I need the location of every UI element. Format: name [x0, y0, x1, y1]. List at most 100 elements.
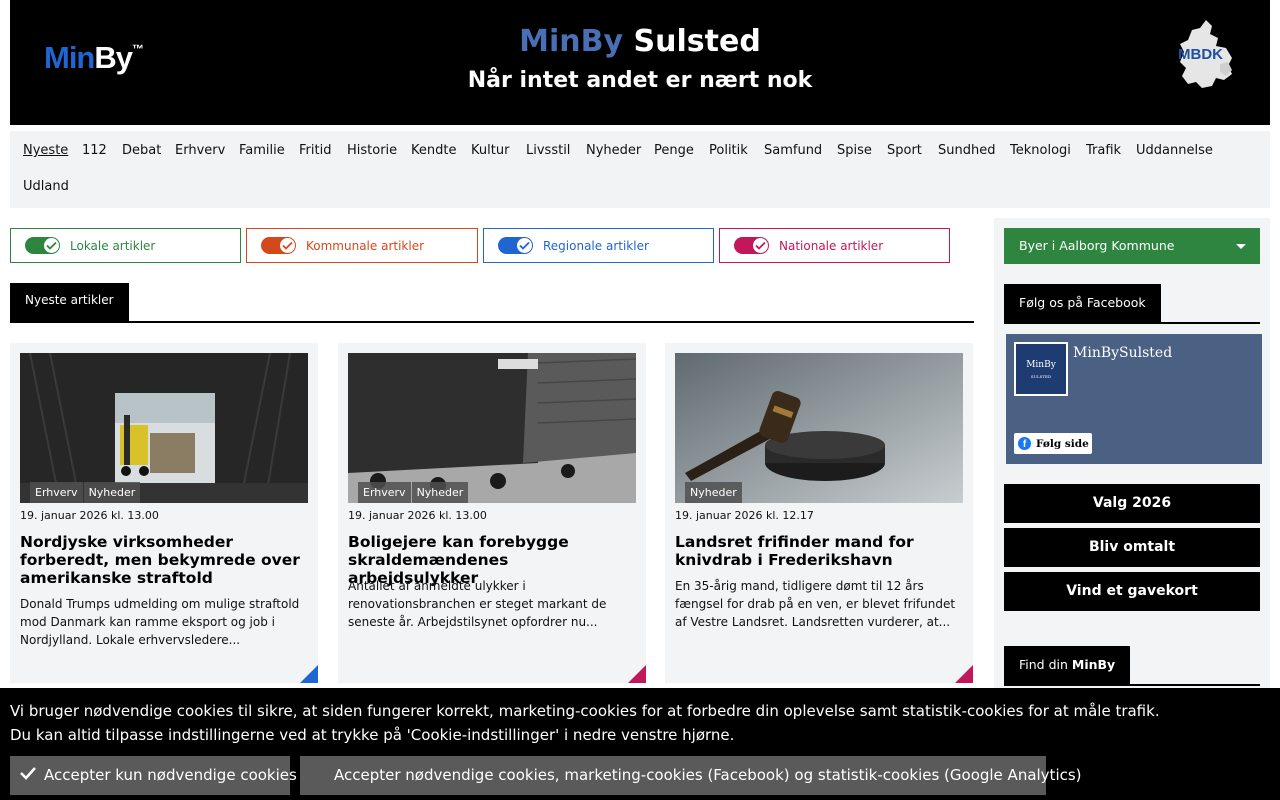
nav-item-sundhed[interactable]: Sundhed — [938, 143, 995, 159]
site-title: MinBy Sulsted — [10, 24, 1270, 60]
mbdk-label: MBDK — [1178, 46, 1223, 63]
nav-item-kultur[interactable]: Kultur — [471, 143, 509, 159]
nav-item-penge[interactable]: Penge — [654, 143, 694, 159]
filter-label: Lokale artikler — [70, 238, 156, 253]
facebook-page-name[interactable]: MinBySulsted — [1073, 345, 1172, 361]
filter-toggle-nationale[interactable]: Nationale artikler — [719, 228, 950, 263]
find-minby-tab[interactable]: Find din MinBy — [1004, 646, 1131, 684]
site-tagline: Når intet andet er nært nok — [467, 68, 813, 93]
filter-label: Regionale artikler — [543, 238, 649, 253]
mbdk-logo[interactable]: MBDK — [1176, 18, 1236, 92]
article-card[interactable]: Erhverv Nyheder 19. januar 2026 kl. 13.0… — [338, 343, 646, 683]
nav-item-spise[interactable]: Spise — [837, 143, 872, 159]
follow-label: Følg side — [1036, 437, 1089, 450]
nav-item-erhverv[interactable]: Erhverv — [175, 143, 225, 159]
facebook-icon: f — [1018, 437, 1031, 450]
city-select-dropdown[interactable]: Byer i Aalborg Kommune — [1004, 228, 1260, 264]
article-tag[interactable]: Erhverv — [30, 482, 83, 503]
toggle-switch[interactable] — [734, 237, 769, 254]
region-corner-marker — [628, 665, 646, 683]
nav-item-livsstil[interactable]: Livsstil — [526, 143, 570, 159]
section-tab-newest[interactable]: Nyeste artikler — [10, 283, 129, 322]
city-select-label: Byer i Aalborg Kommune — [1019, 238, 1175, 253]
cookie-text: Vi bruger nødvendige cookies til sikre, … — [10, 699, 1160, 747]
toggle-switch[interactable] — [261, 237, 296, 254]
facebook-page-widget[interactable]: MinBy SULSTED MinBySulsted f Følg side — [1006, 334, 1262, 464]
nav-item-udland[interactable]: Udland — [23, 179, 69, 195]
accept-all-cookies-button[interactable]: Accepter nødvendige cookies, marketing-c… — [300, 756, 1082, 795]
toggle-switch[interactable] — [498, 237, 533, 254]
vind-gavekort-button[interactable]: Vind et gavekort — [1004, 572, 1260, 611]
sidebar-divider — [1004, 684, 1260, 686]
article-date: 19. januar 2026 kl. 13.00 — [348, 509, 487, 522]
nav-item-112[interactable]: 112 — [82, 143, 107, 159]
check-icon — [753, 238, 768, 253]
site-title-city: Sulsted — [633, 24, 761, 59]
bliv-omtalt-button[interactable]: Bliv omtalt — [1004, 528, 1260, 567]
nav-item-nyeste[interactable]: Nyeste — [23, 143, 68, 159]
denmark-map-icon: MBDK — [1178, 20, 1232, 88]
nav-item-familie[interactable]: Familie — [239, 143, 285, 159]
accept-necessary-cookies-button[interactable]: Accepter kun nødvendige cookies — [10, 756, 297, 795]
site-title-brand: MinBy — [519, 24, 624, 59]
article-title[interactable]: Nordjyske virksomheder forberedt, men be… — [20, 533, 310, 587]
nav-item-teknologi[interactable]: Teknologi — [1010, 143, 1071, 159]
sidebar-divider — [1004, 322, 1260, 324]
nav-item-politik[interactable]: Politik — [709, 143, 748, 159]
article-date: 19. januar 2026 kl. 13.00 — [20, 509, 159, 522]
valg-2026-button[interactable]: Valg 2026 — [1004, 484, 1260, 523]
article-tags: Nyheder — [685, 482, 743, 503]
nav-item-nyheder[interactable]: Nyheder — [586, 143, 641, 159]
article-image[interactable]: Nyheder — [675, 353, 963, 503]
filter-label: Kommunale artikler — [306, 238, 425, 253]
article-tag[interactable]: Nyheder — [685, 482, 742, 503]
nav-item-fritid[interactable]: Fritid — [299, 143, 331, 159]
caret-down-icon — [1236, 244, 1246, 249]
cookie-banner: Vi bruger nødvendige cookies til sikre, … — [0, 688, 1280, 800]
toggle-switch[interactable] — [25, 237, 60, 254]
nav-item-uddannelse[interactable]: Uddannelse — [1136, 143, 1213, 159]
facebook-page-avatar[interactable]: MinBy SULSTED — [1014, 342, 1068, 396]
article-tag[interactable]: Erhverv — [358, 482, 411, 503]
article-card[interactable]: Nyheder 19. januar 2026 kl. 12.17 Landsr… — [665, 343, 973, 683]
article-excerpt: En 35-årig mand, tidligere dømt til 12 å… — [675, 579, 956, 629]
article-image[interactable]: Erhverv Nyheder — [348, 353, 636, 503]
article-card[interactable]: Erhverv Nyheder 19. januar 2026 kl. 13.0… — [10, 343, 318, 683]
filter-toggle-regionale[interactable]: Regionale artikler — [483, 228, 714, 263]
article-excerpt: Antallet af anmeldte ulykker i renovatio… — [348, 579, 607, 629]
nav-item-sport[interactable]: Sport — [887, 143, 922, 159]
article-tags: Erhverv Nyheder — [30, 482, 141, 503]
checkmark-icon — [20, 756, 36, 795]
find-tab-prefix: Find din — [1019, 657, 1068, 672]
nav-item-samfund[interactable]: Samfund — [764, 143, 822, 159]
check-icon — [44, 238, 59, 253]
find-tab-brand: MinBy — [1071, 657, 1116, 672]
region-corner-marker — [955, 665, 973, 683]
nav-item-historie[interactable]: Historie — [347, 143, 397, 159]
article-excerpt: Donald Trumps udmelding om mulige straft… — [20, 597, 300, 647]
section-divider — [10, 321, 974, 323]
facebook-tab[interactable]: Følg os på Facebook — [1004, 284, 1161, 322]
nav-item-kendte[interactable]: Kendte — [411, 143, 456, 159]
article-tags: Erhverv Nyheder — [358, 482, 469, 503]
cookie-text-line: Vi bruger nødvendige cookies til sikre, … — [10, 702, 1160, 720]
check-icon — [280, 238, 295, 253]
category-nav: Nyeste 112 Debat Erhverv Familie Fritid Histor… — [10, 131, 1270, 208]
nav-item-debat[interactable]: Debat — [122, 143, 161, 159]
facebook-follow-button[interactable]: f Følg side — [1014, 433, 1092, 454]
avatar-text: MinBy — [1026, 360, 1056, 370]
filter-toggle-lokale[interactable]: Lokale artikler — [10, 228, 241, 263]
article-title[interactable]: Landsret frifinder mand for knivdrab i F… — [675, 533, 965, 569]
article-image[interactable]: Erhverv Nyheder — [20, 353, 308, 503]
check-icon — [517, 238, 532, 253]
button-label: Accepter kun nødvendige cookies — [44, 766, 297, 784]
site-header: MinBy™ MinBy Sulsted Når intet andet er … — [10, 0, 1270, 125]
filter-toggle-kommunale[interactable]: Kommunale artikler — [246, 228, 478, 263]
filter-label: Nationale artikler — [779, 238, 884, 253]
avatar-subtext: SULSTED — [1030, 374, 1052, 379]
article-tag[interactable]: Nyheder — [83, 482, 141, 503]
article-date: 19. januar 2026 kl. 12.17 — [675, 509, 814, 522]
cookie-text-line: Du kan altid tilpasse indstillingerne ve… — [10, 726, 735, 744]
article-tag[interactable]: Nyheder — [411, 482, 469, 503]
nav-item-trafik[interactable]: Trafik — [1086, 143, 1121, 159]
